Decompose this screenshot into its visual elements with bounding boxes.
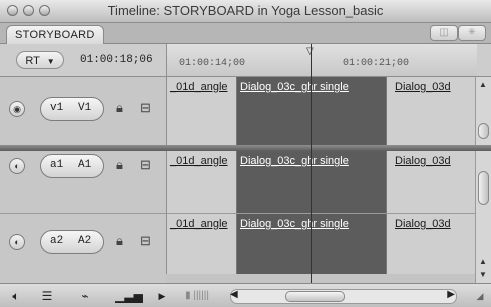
horizontal-scrollbar[interactable]: ◀ ▶ (230, 289, 457, 304)
destination-track-label: V1 (78, 102, 92, 114)
audio-vertical-scrollbar[interactable]: ▲ ▼ (475, 151, 491, 283)
lock-icon[interactable]: 🔒︎ (116, 100, 123, 116)
current-timecode-field[interactable]: 01:00:18;06 (80, 51, 162, 69)
scroll-up-icon[interactable]: ▲ (479, 257, 487, 266)
timeline-bottom-bar: 🔈︎ ☰ ⌁ ▁▃▅ ▶ ▮ |||||| ◀ ▶ ◢ (0, 283, 491, 307)
clip-name: _01d_angle (170, 155, 228, 167)
scroll-thumb[interactable] (285, 291, 345, 302)
window-title: Timeline: STORYBOARD in Yoga Lesson_basi… (107, 3, 384, 18)
speaker-icon: ◐ (14, 161, 20, 171)
title-bar[interactable]: Timeline: STORYBOARD in Yoga Lesson_basi… (0, 0, 491, 23)
snapping-toggle[interactable]: ◫ (430, 25, 458, 41)
linking-icon: ✳ (467, 27, 477, 38)
sync-icon[interactable]: ⊟ (140, 100, 151, 116)
snapping-icon: ◫ (439, 27, 449, 38)
track-audible-toggle[interactable]: ◐ (9, 158, 25, 174)
source-dest-patch-v1[interactable]: v1 V1 (40, 97, 104, 121)
zoom-arrow-right-icon[interactable]: ▶ (156, 288, 168, 304)
ruler-timecode: 01:00:14;00 (179, 58, 246, 69)
clip-dialog-03c-selected[interactable]: Dialog_03c_ghr single (237, 77, 387, 145)
playhead[interactable] (311, 44, 312, 283)
clip-01d-angle[interactable]: _01d_angle (167, 77, 237, 145)
source-track-label: a2 (50, 235, 64, 247)
clip-dialog-03c-selected[interactable]: Dialog_03c_ghr single (237, 151, 387, 213)
track-visibility-toggle[interactable]: ◉ (9, 101, 25, 117)
scroll-down-icon[interactable]: ▼ (479, 270, 487, 279)
track-audible-toggle[interactable]: ◐ (9, 234, 25, 250)
clip-01d-angle[interactable]: _01d_angle (167, 151, 237, 213)
clip-name: Dialog_03c_ghr single (240, 218, 349, 230)
ruler-timecode: 01:00:21;00 (343, 58, 410, 69)
chevron-down-icon: ▼ (46, 57, 55, 66)
linking-toggle[interactable]: ✳ (458, 25, 486, 41)
track-lane-a2: _01d_angle Dialog_03c_ghr single Dialog_… (166, 213, 477, 274)
time-ruler[interactable]: 01:00:14;00 01:00:21;00 (166, 44, 477, 76)
rt-label: RT (25, 55, 40, 67)
clip-name: Dialog_03c_ghr single (240, 155, 349, 167)
timeline-window: Timeline: STORYBOARD in Yoga Lesson_basi… (0, 0, 491, 307)
clip-name: Dialog_03d (395, 81, 451, 93)
zoom-slider-icon[interactable]: ▮ |||||| (172, 288, 222, 304)
clip-dialog-03c-selected[interactable]: Dialog_03c_ghr single (237, 214, 387, 274)
scroll-left-icon[interactable]: ◀ (230, 289, 238, 300)
source-track-label: a1 (50, 159, 64, 171)
track-header-v1: ◉ v1 V1 🔒︎ ⊟ (0, 77, 166, 145)
scroll-up-icon[interactable]: ▲ (479, 80, 487, 89)
scroll-thumb[interactable] (478, 123, 489, 139)
tab-bar: STORYBOARD ◫ ✳ (0, 23, 491, 44)
track-height-icon[interactable]: ☰ (32, 288, 62, 304)
lock-icon[interactable]: 🔒︎ (116, 157, 123, 173)
video-vertical-scrollbar[interactable]: ▲ (475, 77, 491, 145)
clip-overlays-icon[interactable]: ⌁ (72, 288, 98, 304)
audio-controls-icon[interactable]: 🔈︎ (8, 288, 24, 304)
speaker-icon: ◐ (14, 237, 20, 247)
clip-dialog-03d[interactable]: Dialog_03d (387, 77, 477, 145)
clip-name: _01d_angle (170, 81, 228, 93)
track-header-a2: ◐ a2 A2 🔒︎ ⊟ (0, 213, 166, 284)
track-header-a1: ◐ a1 A1 🔒︎ ⊟ (0, 151, 166, 213)
clip-name: Dialog_03c_ghr single (240, 81, 349, 93)
source-track-label: v1 (50, 102, 64, 114)
clip-01d-angle[interactable]: _01d_angle (167, 214, 237, 274)
sync-icon[interactable]: ⊟ (140, 157, 151, 173)
rt-menu-button[interactable]: RT ▼ (16, 51, 64, 69)
destination-track-label: A2 (78, 235, 92, 247)
destination-track-label: A1 (78, 159, 92, 171)
clip-dialog-03d[interactable]: Dialog_03d (387, 214, 477, 274)
clip-dialog-03d[interactable]: Dialog_03d (387, 151, 477, 213)
track-lane-a1: _01d_angle Dialog_03c_ghr single Dialog_… (166, 151, 477, 213)
track-lane-v1: _01d_angle Dialog_03c_ghr single Dialog_… (166, 77, 477, 145)
eye-icon: ◉ (13, 104, 21, 114)
lock-icon[interactable]: 🔒︎ (116, 233, 123, 249)
source-dest-patch-a2[interactable]: a2 A2 (40, 230, 104, 254)
tab-storyboard[interactable]: STORYBOARD (6, 25, 104, 44)
clip-name: _01d_angle (170, 218, 228, 230)
scroll-thumb[interactable] (478, 171, 489, 205)
clip-name: Dialog_03d (395, 155, 451, 167)
scroll-right-icon[interactable]: ▶ (447, 289, 455, 300)
source-dest-patch-a1[interactable]: a1 A1 (40, 154, 104, 178)
clip-name: Dialog_03d (395, 218, 451, 230)
timeline-control-row: RT ▼ 01:00:18;06 01:00:14;00 01:00:21;00 (0, 44, 491, 77)
tracks-area: ◉ v1 V1 🔒︎ ⊟ _01d_angle Dialog_03c_ghr s… (0, 77, 491, 284)
track-layout-icon[interactable]: ▁▃▅ (104, 288, 154, 304)
playhead-marker-icon[interactable]: ▽ (306, 46, 314, 57)
resize-grip-icon[interactable]: ◢ (473, 288, 487, 304)
sync-icon[interactable]: ⊟ (140, 233, 151, 249)
